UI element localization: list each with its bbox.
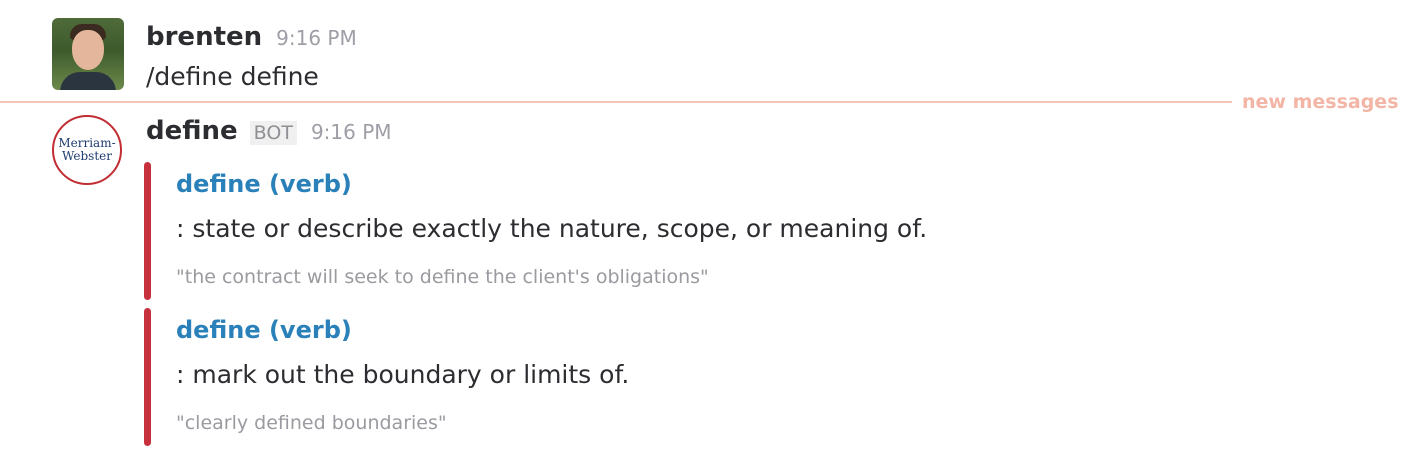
- attachment-definition: : state or describe exactly the nature, …: [176, 214, 928, 243]
- attachment-bar: [144, 308, 151, 446]
- attachment-bar: [144, 162, 151, 300]
- message-header: brenten 9:16 PM: [146, 22, 357, 52]
- message-header: define BOT 9:16 PM: [146, 116, 392, 146]
- timestamp[interactable]: 9:16 PM: [276, 26, 357, 50]
- attachment-title-link[interactable]: define (verb): [176, 170, 352, 198]
- avatar-logo-line-2: Webster: [62, 149, 112, 163]
- avatar-face: [72, 30, 104, 70]
- user-avatar[interactable]: [52, 18, 124, 90]
- new-messages-divider: [0, 101, 1232, 103]
- attachment-example: "clearly defined boundaries": [176, 412, 447, 434]
- username[interactable]: define: [146, 116, 238, 146]
- timestamp[interactable]: 9:16 PM: [311, 120, 392, 144]
- avatar-shirt: [60, 72, 116, 90]
- username[interactable]: brenten: [146, 22, 262, 52]
- attachment-title-link[interactable]: define (verb): [176, 316, 352, 344]
- bot-avatar[interactable]: Merriam- Webster: [52, 115, 122, 185]
- new-messages-label: new messages: [1242, 91, 1399, 113]
- bot-badge: BOT: [249, 121, 297, 145]
- attachment: define (verb) : state or describe exactl…: [144, 162, 1044, 300]
- message-text: /define define: [146, 62, 319, 91]
- attachment: define (verb) : mark out the boundary or…: [144, 308, 1044, 446]
- attachment-example: "the contract will seek to define the cl…: [176, 266, 709, 288]
- attachment-definition: : mark out the boundary or limits of.: [176, 360, 630, 389]
